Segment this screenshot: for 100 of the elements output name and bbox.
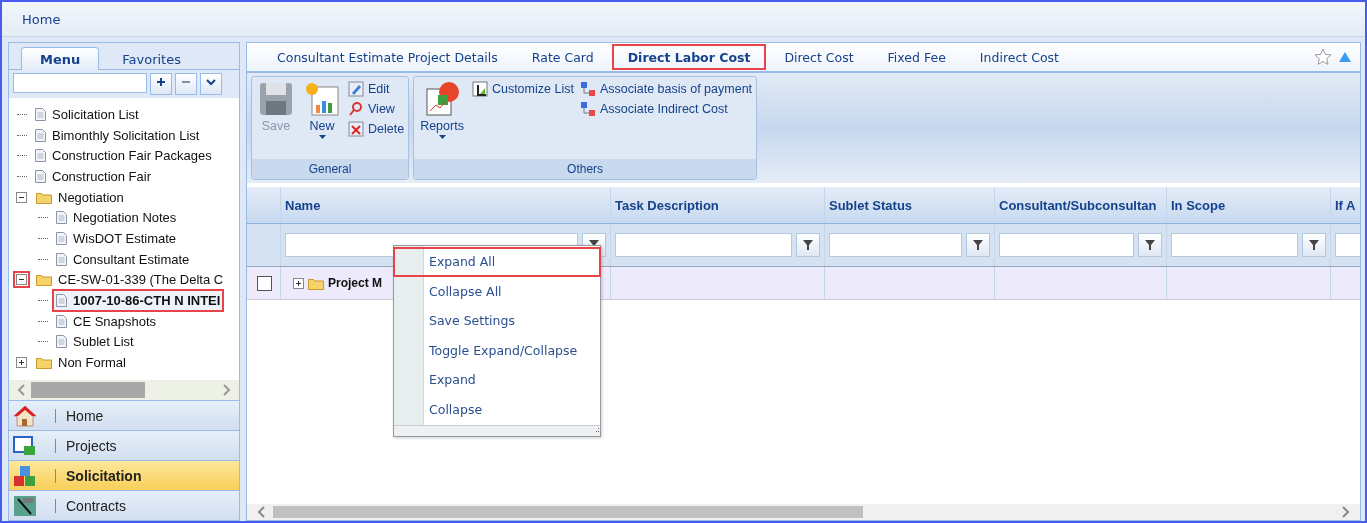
tree-item[interactable]: 1007-10-86-CTH N INTEI: [52, 289, 225, 313]
search-field[interactable]: [13, 73, 147, 93]
magnifier-icon: [348, 101, 364, 117]
star-icon[interactable]: [1314, 48, 1332, 66]
tab[interactable]: Indirect Cost: [963, 44, 1075, 70]
window-icon: [13, 434, 37, 457]
edit-button[interactable]: Edit: [348, 81, 405, 97]
menu-item[interactable]: Collapse: [393, 394, 601, 424]
delete-button[interactable]: Delete: [348, 121, 405, 137]
tab[interactable]: Direct Cost: [768, 44, 870, 70]
column-header[interactable]: Consultant/Subconsultan: [999, 197, 1157, 213]
filter-icon: [1144, 239, 1156, 251]
filter-button[interactable]: [1302, 233, 1326, 257]
column-header[interactable]: Task Description: [615, 197, 719, 213]
document-icon: [35, 107, 46, 121]
menu-item[interactable]: Expand All: [393, 247, 601, 277]
document-icon: [56, 211, 67, 225]
collapse-toggle[interactable]: [16, 191, 27, 203]
expand-toggle[interactable]: [16, 357, 27, 369]
filter-field[interactable]: [1171, 233, 1298, 257]
menu-item[interactable]: Expand: [393, 365, 601, 395]
document-icon: [56, 294, 67, 308]
link-boxes-icon: [579, 81, 596, 97]
folder-icon: [308, 276, 324, 290]
tree-item[interactable]: Negotiation: [32, 185, 128, 209]
scroll-right-icon[interactable]: [223, 384, 231, 396]
document-icon: [56, 252, 67, 266]
document-icon: [35, 128, 46, 142]
associate-button[interactable]: Associate basis of payment: [579, 81, 753, 97]
tree-item[interactable]: Consultant Estimate: [52, 247, 194, 271]
folder-icon: [36, 356, 52, 370]
filter-field[interactable]: [999, 233, 1134, 257]
nav-button[interactable]: Home: [9, 400, 239, 430]
filter-button[interactable]: [796, 233, 820, 257]
caret-icon: [318, 135, 326, 139]
document-icon: [56, 231, 67, 245]
house-icon: [13, 404, 37, 427]
nav-button[interactable]: Solicitation: [9, 460, 239, 490]
scroll-left-icon[interactable]: [17, 384, 25, 396]
plus-icon: [154, 75, 168, 89]
document-icon: [35, 149, 46, 163]
dropdown-button[interactable]: [200, 73, 222, 95]
column-header[interactable]: In Scope: [1171, 197, 1226, 213]
page-title: Home: [22, 11, 61, 27]
delete-icon: [348, 121, 364, 137]
folder-icon: [36, 273, 52, 287]
caret-icon: [438, 135, 446, 139]
tab[interactable]: Fixed Fee: [871, 44, 962, 70]
row-checkbox[interactable]: [257, 275, 272, 291]
scrollbar-thumb[interactable]: [273, 506, 863, 518]
floppy-icon: [258, 81, 294, 117]
filter-field[interactable]: [615, 233, 792, 257]
expand-button[interactable]: [150, 73, 172, 95]
folder-icon: [36, 190, 52, 204]
panel-tab[interactable]: Menu: [21, 47, 100, 70]
collapse-triangle-icon[interactable]: [1338, 51, 1352, 63]
list-settings-icon: [471, 81, 488, 97]
scrollbar-thumb[interactable]: [31, 382, 145, 398]
group-title: Others: [414, 159, 757, 179]
document-icon: [56, 335, 67, 349]
blocks-icon: [13, 464, 37, 487]
filter-button[interactable]: [966, 233, 990, 257]
tab[interactable]: Direct Labor Cost: [611, 44, 767, 70]
menu-item[interactable]: Collapse All: [393, 276, 601, 306]
new-chart-icon: [304, 81, 340, 117]
column-header[interactable]: Name: [285, 197, 321, 213]
report-chart-icon: [424, 81, 461, 117]
row-name: Project M: [328, 276, 382, 290]
link-boxes-icon: [579, 101, 596, 117]
tab[interactable]: Rate Card: [515, 44, 610, 70]
column-header[interactable]: Sublet Status: [829, 197, 913, 213]
nav-button[interactable]: Contracts: [9, 490, 239, 520]
menu-item[interactable]: Toggle Expand/Collapse: [393, 335, 601, 365]
tree-item[interactable]: Sublet List: [52, 330, 138, 354]
nav-button[interactable]: Projects: [9, 430, 239, 460]
tree-item[interactable]: Bimonthly Solicitation List: [31, 123, 204, 147]
filter-button[interactable]: [1138, 233, 1162, 257]
column-header[interactable]: If A: [1335, 197, 1356, 213]
filter-icon: [802, 239, 814, 251]
filter-icon: [972, 239, 984, 251]
filter-field[interactable]: [829, 233, 962, 257]
scroll-left-icon[interactable]: [257, 506, 265, 518]
tree-item[interactable]: CE-SW-01-339 (The Delta C: [32, 268, 228, 292]
view-button[interactable]: View: [348, 101, 405, 117]
expand-toggle[interactable]: [293, 277, 304, 289]
new-button[interactable]: New: [302, 81, 342, 155]
associate-button[interactable]: Associate Indirect Cost: [579, 101, 753, 117]
document-icon: [56, 314, 67, 328]
customize-button[interactable]: Customize List: [471, 81, 574, 97]
edit-icon: [348, 81, 364, 97]
filter-icon: [1308, 239, 1320, 251]
reports-button[interactable]: Reports: [418, 81, 466, 155]
scroll-right-icon[interactable]: [1342, 506, 1350, 518]
tab[interactable]: Consultant Estimate Project Details: [261, 44, 514, 70]
tree-item[interactable]: Solicitation List: [31, 102, 143, 126]
menu-item[interactable]: Save Settings: [393, 306, 601, 336]
pen-icon: [13, 494, 37, 517]
group-title: General: [252, 159, 409, 179]
panel-tab[interactable]: Favorites: [103, 47, 200, 70]
tree-item[interactable]: Non Formal: [32, 351, 130, 375]
